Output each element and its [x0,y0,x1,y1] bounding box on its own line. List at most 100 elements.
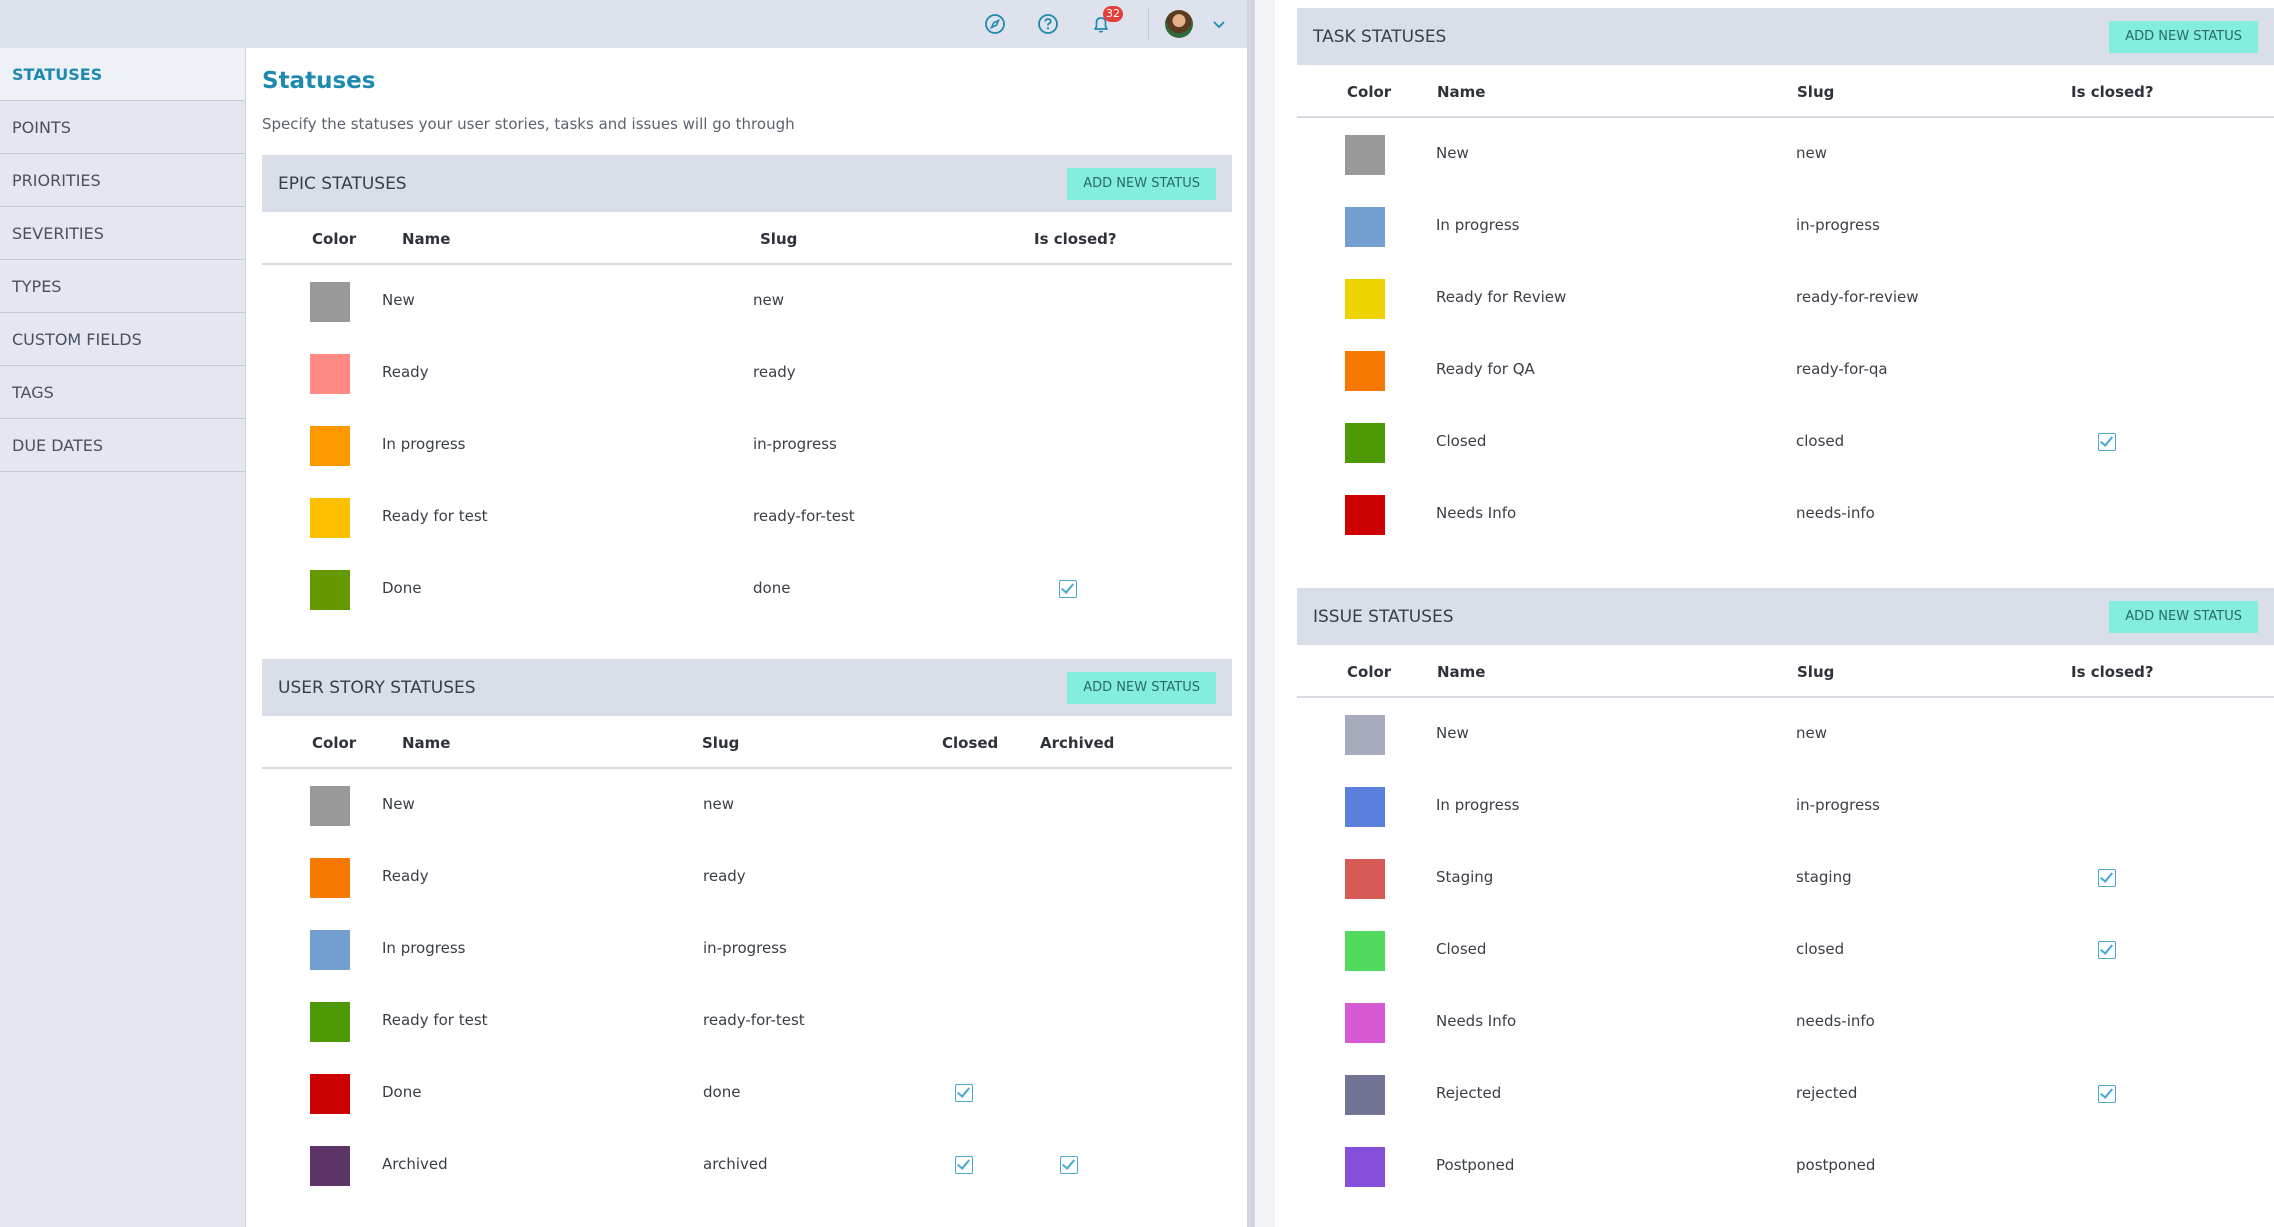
status-color-swatch[interactable] [310,1002,350,1042]
status-row[interactable]: New new [1297,698,2274,770]
status-row[interactable]: Done done [262,1057,1232,1129]
is-closed-checkbox[interactable] [2098,941,2116,959]
user-story-status-rows: New new Ready ready In progress in-progress Re… [262,769,1232,1201]
status-row[interactable]: Done done [262,553,1232,625]
add-new-status-button[interactable]: ADD NEW STATUS [2109,20,2258,53]
is-archived-checkbox[interactable] [1060,1156,1078,1174]
status-color-swatch[interactable] [1345,279,1385,319]
status-name: Ready [382,867,429,885]
status-color-swatch[interactable] [310,930,350,970]
status-slug: in-progress [753,435,837,453]
notifications-bell-icon[interactable]: 32 [1087,6,1123,38]
status-row[interactable]: New new [262,265,1232,337]
status-slug: needs-info [1796,504,1875,522]
status-color-swatch[interactable] [1345,495,1385,535]
status-color-swatch[interactable] [310,570,350,610]
sidebar-item-tags[interactable]: TAGS [0,366,245,419]
status-color-swatch[interactable] [310,1146,350,1186]
status-row[interactable]: Postponed postponed [1297,1130,2274,1202]
user-avatar[interactable] [1165,10,1193,38]
sidebar-item-statuses[interactable]: STATUSES [0,48,245,101]
status-row[interactable]: New new [262,769,1232,841]
status-row[interactable]: Staging staging [1297,842,2274,914]
status-name: Done [382,579,422,597]
compass-icon[interactable] [981,10,1009,38]
status-color-swatch[interactable] [1345,351,1385,391]
section-title: EPIC STATUSES [278,173,407,194]
status-color-swatch[interactable] [310,354,350,394]
status-slug: archived [703,1155,768,1173]
status-color-swatch[interactable] [1345,931,1385,971]
status-color-swatch[interactable] [1345,715,1385,755]
status-color-swatch[interactable] [1345,135,1385,175]
status-slug: ready-for-review [1796,288,1919,306]
is-closed-checkbox[interactable] [1059,580,1077,598]
status-row[interactable]: Closed closed [1297,914,2274,986]
help-icon[interactable] [1034,10,1062,38]
status-color-swatch[interactable] [310,858,350,898]
status-row[interactable]: Ready for QA ready-for-qa [1297,334,2274,406]
is-closed-checkbox[interactable] [2098,433,2116,451]
sidebar-item-custom-fields[interactable]: CUSTOM FIELDS [0,313,245,366]
status-color-swatch[interactable] [310,282,350,322]
status-color-swatch[interactable] [1345,1147,1385,1187]
status-color-swatch[interactable] [310,1074,350,1114]
status-color-swatch[interactable] [1345,207,1385,247]
status-color-swatch[interactable] [1345,859,1385,899]
status-color-swatch[interactable] [310,786,350,826]
col-slug: Slug [1797,83,1835,101]
status-row[interactable]: Ready for test ready-for-test [262,481,1232,553]
col-slug: Slug [1797,663,1835,681]
status-row[interactable]: Needs Info needs-info [1297,478,2274,550]
sidebar-item-types[interactable]: TYPES [0,260,245,313]
status-color-swatch[interactable] [1345,1003,1385,1043]
status-row[interactable]: Ready for test ready-for-test [262,985,1232,1057]
is-closed-checkbox[interactable] [2098,869,2116,887]
status-row[interactable]: New new [1297,118,2274,190]
col-archived: Archived [1040,734,1115,752]
status-row[interactable]: In progress in-progress [262,913,1232,985]
section-header: ISSUE STATUSES ADD NEW STATUS [1297,588,2274,645]
window-splitter[interactable] [1247,0,1255,1227]
status-name: In progress [1436,216,1520,234]
status-row[interactable]: In progress in-progress [262,409,1232,481]
add-new-status-button[interactable]: ADD NEW STATUS [1067,167,1216,200]
status-name: Done [382,1083,422,1101]
chevron-down-icon[interactable] [1205,10,1233,38]
add-new-status-button[interactable]: ADD NEW STATUS [1067,671,1216,704]
status-row[interactable]: Closed closed [1297,406,2274,478]
sidebar-item-label: TAGS [12,382,54,402]
add-new-status-button[interactable]: ADD NEW STATUS [2109,600,2258,633]
status-color-swatch[interactable] [310,498,350,538]
status-name: Ready for QA [1436,360,1535,378]
status-row[interactable]: Ready ready [262,337,1232,409]
status-color-swatch[interactable] [1345,423,1385,463]
status-row[interactable]: Ready for Review ready-for-review [1297,262,2274,334]
sidebar-item-priorities[interactable]: PRIORITIES [0,154,245,207]
status-row[interactable]: In progress in-progress [1297,770,2274,842]
table-header: Color Name Slug Is closed? [262,212,1232,265]
sidebar-item-severities[interactable]: SEVERITIES [0,207,245,260]
status-name: Closed [1436,940,1487,958]
status-slug: new [1796,144,1828,162]
is-closed-checkbox[interactable] [2098,1085,2116,1103]
status-row[interactable]: Rejected rejected [1297,1058,2274,1130]
section-header: EPIC STATUSES ADD NEW STATUS [262,155,1232,212]
status-row[interactable]: Ready ready [262,841,1232,913]
status-row[interactable]: Archived archived [262,1129,1232,1201]
col-is-closed: Is closed? [2071,663,2154,681]
status-row[interactable]: In progress in-progress [1297,190,2274,262]
status-color-swatch[interactable] [1345,787,1385,827]
status-slug: staging [1796,868,1852,886]
window-gap [1255,0,1275,1227]
sidebar-item-label: POINTS [12,117,71,137]
sidebar-item-points[interactable]: POINTS [0,101,245,154]
is-closed-checkbox[interactable] [955,1156,973,1174]
status-color-swatch[interactable] [1345,1075,1385,1115]
status-name: New [382,291,415,309]
sidebar-item-due-dates[interactable]: DUE DATES [0,419,245,472]
status-color-swatch[interactable] [310,426,350,466]
is-closed-checkbox[interactable] [955,1084,973,1102]
status-name: Needs Info [1436,504,1517,522]
status-row[interactable]: Needs Info needs-info [1297,986,2274,1058]
